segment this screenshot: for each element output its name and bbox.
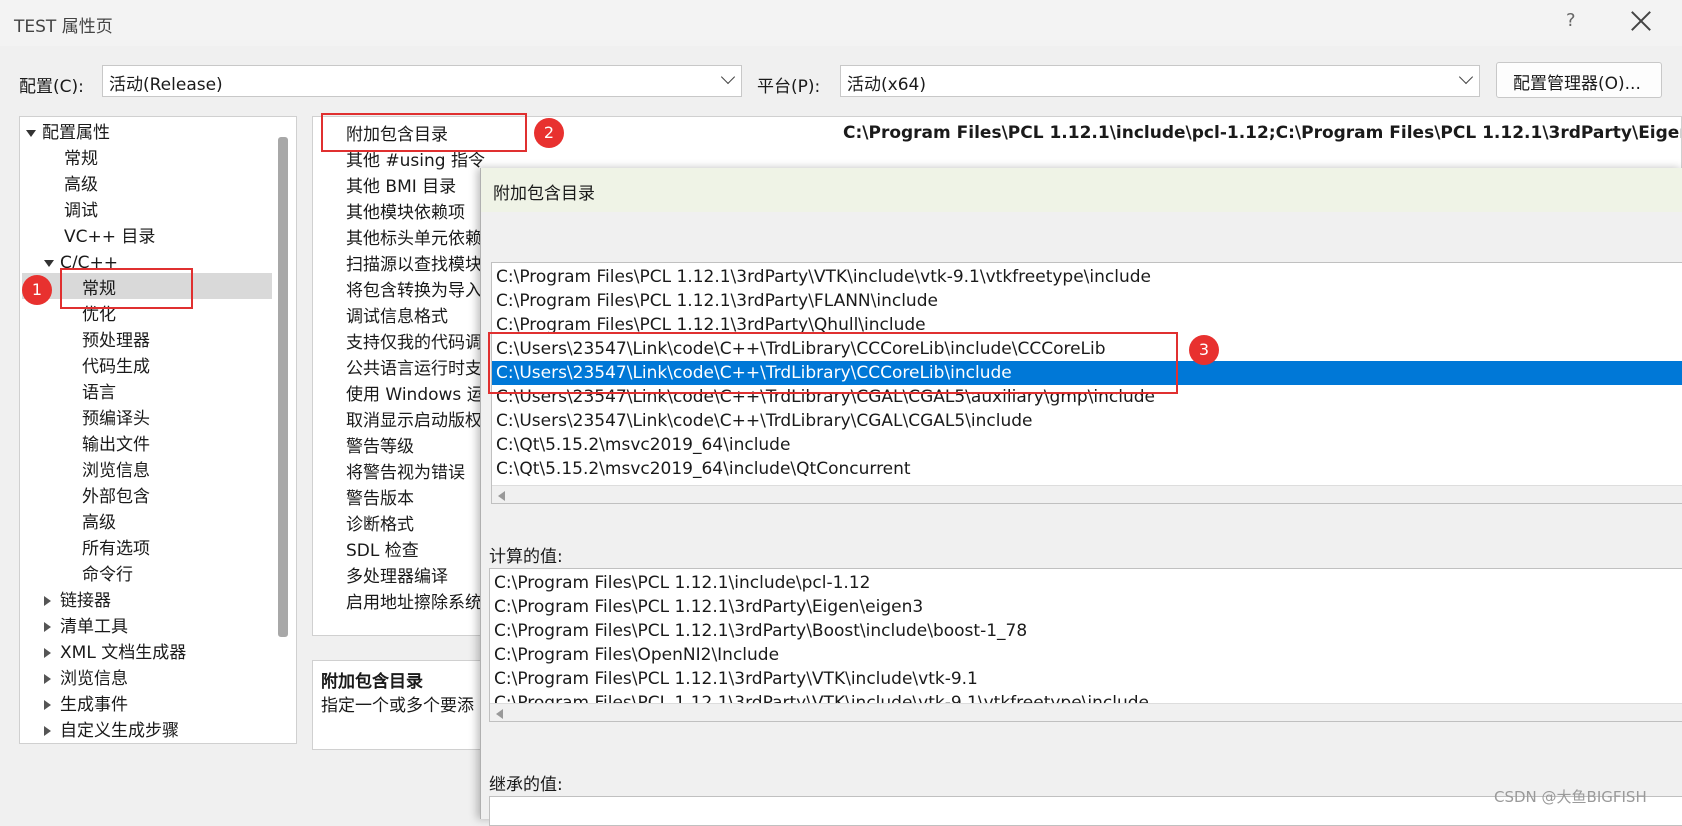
watermark: CSDN @大鱼BIGFISH: [1494, 788, 1647, 806]
config-dropdown[interactable]: 活动(Release): [102, 65, 742, 97]
property-tree[interactable]: 配置属性 常规 高级 调试 VC++ 目录 C/C++ 常规 优化 预处理器 代码生成 语言 预编译头…: [19, 116, 297, 744]
include-dirs-dialog: 附加包含目录 C:\Program Files\PCL 1.12.1\3rdPa…: [480, 168, 1682, 826]
annotation-badge-3: 3: [1189, 335, 1219, 365]
close-icon[interactable]: [1625, 6, 1657, 38]
expanded-arrow-icon[interactable]: [44, 260, 54, 267]
property-row[interactable]: 扫描源以查找模块: [346, 253, 482, 277]
annotation-badge-1: 1: [22, 275, 52, 305]
annotation-box-2: [321, 113, 527, 152]
inherited-label: 继承的值:: [489, 775, 563, 795]
dir-list-item[interactable]: C:\Qt\5.15.2\msvc2019_64\include: [496, 433, 790, 457]
tree-scrollbar[interactable]: [278, 137, 288, 637]
chevron-down-icon: [720, 69, 736, 85]
computed-hscrollbar[interactable]: [490, 703, 1682, 721]
tree-item[interactable]: 代码生成: [82, 355, 150, 379]
tree-item[interactable]: 高级: [64, 173, 98, 197]
property-row[interactable]: 警告版本: [346, 487, 414, 511]
description-title: 附加包含目录: [321, 672, 423, 692]
config-manager-button[interactable]: 配置管理器(O)...: [1496, 62, 1662, 98]
expanded-arrow-icon[interactable]: [26, 130, 36, 137]
tree-item[interactable]: 配置属性: [42, 121, 110, 145]
annotation-badge-2: 2: [534, 118, 564, 148]
platform-value: 活动(x64): [847, 75, 926, 95]
computed-list-item: C:\Program Files\PCL 1.12.1\include\pcl-…: [494, 573, 871, 593]
help-button[interactable]: ?: [1566, 10, 1576, 31]
tree-item[interactable]: 输出文件: [82, 433, 150, 457]
dir-list-item[interactable]: C:\Program Files\PCL 1.12.1\3rdParty\VTK…: [496, 265, 1151, 289]
annotation-box-1: [60, 268, 193, 309]
collapsed-arrow-icon[interactable]: [44, 726, 51, 736]
property-row[interactable]: 诊断格式: [346, 513, 414, 537]
tree-item[interactable]: 预编译头: [82, 407, 150, 431]
title-bar: [0, 0, 1682, 46]
collapsed-arrow-icon[interactable]: [44, 622, 51, 632]
list-hscrollbar[interactable]: [492, 485, 1682, 503]
computed-list-item: C:\Program Files\OpenNI2\Include: [494, 645, 780, 665]
annotation-box-3: [488, 332, 1178, 394]
tree-item[interactable]: 调试: [64, 199, 98, 223]
property-row[interactable]: 调试信息格式: [346, 305, 448, 329]
scroll-left-icon[interactable]: [498, 491, 505, 501]
collapsed-arrow-icon[interactable]: [44, 700, 51, 710]
computed-list-item: C:\Program Files\PCL 1.12.1\3rdParty\Boo…: [494, 621, 1028, 641]
window-title: TEST 属性页: [14, 17, 113, 37]
chevron-down-icon: [1458, 69, 1474, 85]
tree-item[interactable]: 常规: [64, 147, 98, 171]
property-row[interactable]: 支持仅我的代码调: [346, 331, 482, 355]
computed-list-item: C:\Program Files\PCL 1.12.1\3rdParty\Eig…: [494, 597, 924, 617]
property-row[interactable]: 启用地址擦除系统: [346, 591, 482, 615]
dir-list-item[interactable]: C:\Program Files\PCL 1.12.1\3rdParty\FLA…: [496, 289, 938, 313]
tree-item[interactable]: 命令行: [82, 563, 133, 587]
property-row[interactable]: 多处理器编译: [346, 565, 448, 589]
property-row[interactable]: SDL 检查: [346, 539, 419, 563]
dir-list-item[interactable]: C:\Qt\5.15.2\msvc2019_64\include\QtConcu…: [496, 457, 911, 481]
property-row[interactable]: 取消显示启动版权: [346, 409, 482, 433]
collapsed-arrow-icon[interactable]: [44, 596, 51, 606]
computed-label: 计算的值:: [489, 547, 563, 567]
tree-item[interactable]: 生成事件: [60, 693, 128, 717]
property-row[interactable]: 其他 #using 指令: [346, 149, 485, 173]
property-row[interactable]: 公共语言运行时支: [346, 357, 482, 381]
platform-label: 平台(P):: [757, 77, 821, 97]
tree-item[interactable]: 高级: [82, 511, 116, 535]
config-value: 活动(Release): [109, 75, 223, 95]
config-label: 配置(C):: [19, 77, 84, 97]
tree-item[interactable]: XML 文档生成器: [60, 641, 186, 665]
tree-item[interactable]: 链接器: [60, 589, 111, 613]
tree-item[interactable]: 清单工具: [60, 615, 128, 639]
collapsed-arrow-icon[interactable]: [44, 648, 51, 658]
description-panel: 附加包含目录 指定一个或多个要添: [312, 660, 484, 750]
description-text: 指定一个或多个要添: [321, 696, 474, 716]
property-row[interactable]: 使用 Windows 运: [346, 383, 484, 407]
property-row[interactable]: 将警告视为错误: [346, 461, 465, 485]
computed-list-item: C:\Program Files\PCL 1.12.1\3rdParty\VTK…: [494, 669, 978, 689]
tree-item[interactable]: 自定义生成步骤: [60, 719, 179, 743]
dir-list-item[interactable]: C:\Users\23547\Link\code\C++\TrdLibrary\…: [496, 409, 1033, 433]
dialog-title: 附加包含目录: [493, 184, 595, 204]
property-row[interactable]: 其他模块依赖项: [346, 201, 465, 225]
tree-item[interactable]: 所有选项: [82, 537, 150, 561]
platform-dropdown[interactable]: 活动(x64): [840, 65, 1480, 97]
tree-item[interactable]: 语言: [82, 381, 116, 405]
tree-item[interactable]: 外部包含: [82, 485, 150, 509]
property-row[interactable]: 其他 BMI 目录: [346, 175, 456, 199]
property-row[interactable]: 警告等级: [346, 435, 414, 459]
tree-item[interactable]: VC++ 目录: [64, 225, 155, 249]
tree-item[interactable]: 预处理器: [82, 329, 150, 353]
property-row[interactable]: 将包含转换为导入: [346, 279, 482, 303]
tree-item[interactable]: 浏览信息: [60, 667, 128, 691]
property-value-include-dirs[interactable]: C:\Program Files\PCL 1.12.1\include\pcl-…: [843, 123, 1681, 143]
computed-values-list[interactable]: C:\Program Files\PCL 1.12.1\include\pcl-…: [489, 568, 1682, 722]
tree-item[interactable]: 浏览信息: [82, 459, 150, 483]
collapsed-arrow-icon[interactable]: [44, 674, 51, 684]
scroll-left-icon[interactable]: [496, 709, 503, 719]
dialog-header: 附加包含目录: [481, 168, 1682, 212]
property-row[interactable]: 其他标头单元依赖: [346, 227, 482, 251]
